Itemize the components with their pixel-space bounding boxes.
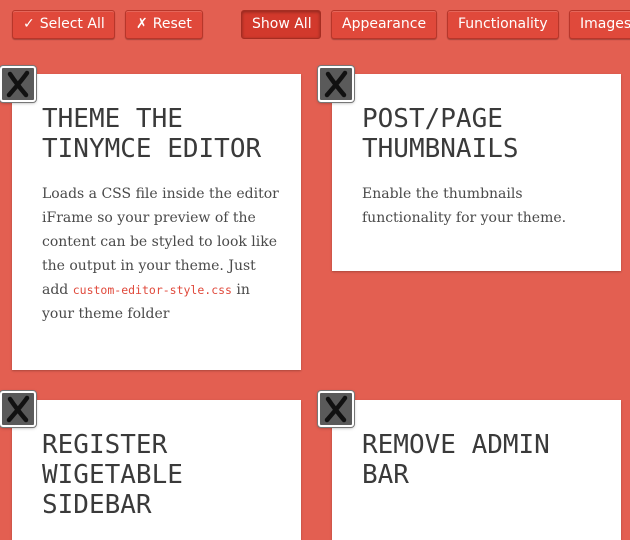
filter-functionality-button[interactable]: Functionality bbox=[447, 10, 559, 39]
x-mark-icon bbox=[6, 395, 30, 423]
filter-appearance-button[interactable]: Appearance bbox=[331, 10, 437, 39]
reset-label: Reset bbox=[152, 16, 192, 32]
checkmark-icon: ✓ bbox=[23, 16, 35, 32]
card-description: Enable the thumbnails functionality for … bbox=[362, 186, 567, 226]
feature-card-tinymce: Theme the TinyMCE editor Loads a CSS fil… bbox=[12, 74, 301, 370]
feature-toggle-admin-bar[interactable] bbox=[318, 391, 354, 427]
card-title: Theme the TinyMCE editor bbox=[42, 104, 262, 164]
x-mark-icon bbox=[324, 70, 348, 98]
x-mark-icon bbox=[6, 70, 30, 98]
filter-images-button[interactable]: Images bbox=[569, 10, 630, 39]
card-title: Post/Page Thumbnails bbox=[362, 104, 519, 164]
card-title: Register Wigetable Sidebar bbox=[42, 430, 183, 520]
feature-toggle-sidebar[interactable] bbox=[0, 391, 36, 427]
x-mark-icon bbox=[324, 395, 348, 423]
card-description: Loads a CSS file inside the editor iFram… bbox=[42, 182, 281, 326]
reset-button[interactable]: ✗ Reset bbox=[125, 10, 203, 39]
select-all-label: Select All bbox=[39, 16, 105, 32]
filter-show-all-button[interactable]: Show All bbox=[241, 10, 321, 39]
feature-card-admin-bar: Remove Admin Bar bbox=[332, 400, 621, 540]
feature-toggle-tinymce[interactable] bbox=[0, 66, 36, 102]
feature-toggle-thumbnails[interactable] bbox=[318, 66, 354, 102]
code-snippet: custom-editor-style.css bbox=[72, 283, 232, 297]
feature-card-thumbnails: Post/Page Thumbnails Enable the thumbnai… bbox=[332, 74, 621, 271]
select-all-button[interactable]: ✓ Select All bbox=[12, 10, 115, 39]
cross-icon: ✗ bbox=[136, 16, 148, 32]
feature-card-sidebar: Register Wigetable Sidebar bbox=[12, 400, 301, 540]
card-title: Remove Admin Bar bbox=[362, 430, 550, 490]
